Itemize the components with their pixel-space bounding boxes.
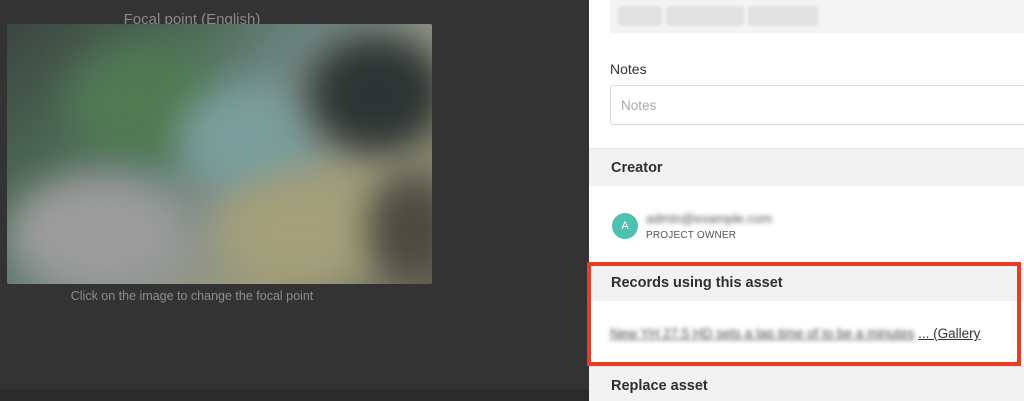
tag-chip <box>618 6 662 26</box>
creator-role: PROJECT OWNER <box>646 230 737 241</box>
avatar: A <box>612 213 638 239</box>
focal-point-panel: Focal point (English) Click on the image… <box>0 0 589 401</box>
asset-image-preview[interactable] <box>7 24 432 284</box>
creator-email: admin@example.com <box>646 211 772 226</box>
replace-asset-header-label: Replace asset <box>611 378 708 394</box>
tag-chip <box>748 6 818 26</box>
record-model-label[interactable]: ... (Gallery <box>918 326 980 341</box>
creator-header-label: Creator <box>611 160 663 176</box>
records-header-label: Records using this asset <box>611 275 783 291</box>
record-title[interactable]: New YH 27.5 HD sets a lap time of to be … <box>610 326 914 341</box>
notes-input[interactable] <box>610 85 1024 125</box>
focal-point-hint: Click on the image to change the focal p… <box>70 289 314 303</box>
asset-details-panel: Notes Creator A admin@example.com PROJEC… <box>589 0 1024 401</box>
replace-asset-section-header: Replace asset <box>589 366 1024 401</box>
notes-label: Notes <box>610 61 647 77</box>
panel-footer-strip <box>0 389 589 401</box>
record-link[interactable]: New YH 27.5 HD sets a lap time of to be … <box>610 326 1024 344</box>
records-section-header: Records using this asset <box>589 263 1024 301</box>
tags-field[interactable] <box>610 0 1024 33</box>
tag-chip <box>666 6 744 26</box>
creator-section-header: Creator <box>589 148 1024 186</box>
